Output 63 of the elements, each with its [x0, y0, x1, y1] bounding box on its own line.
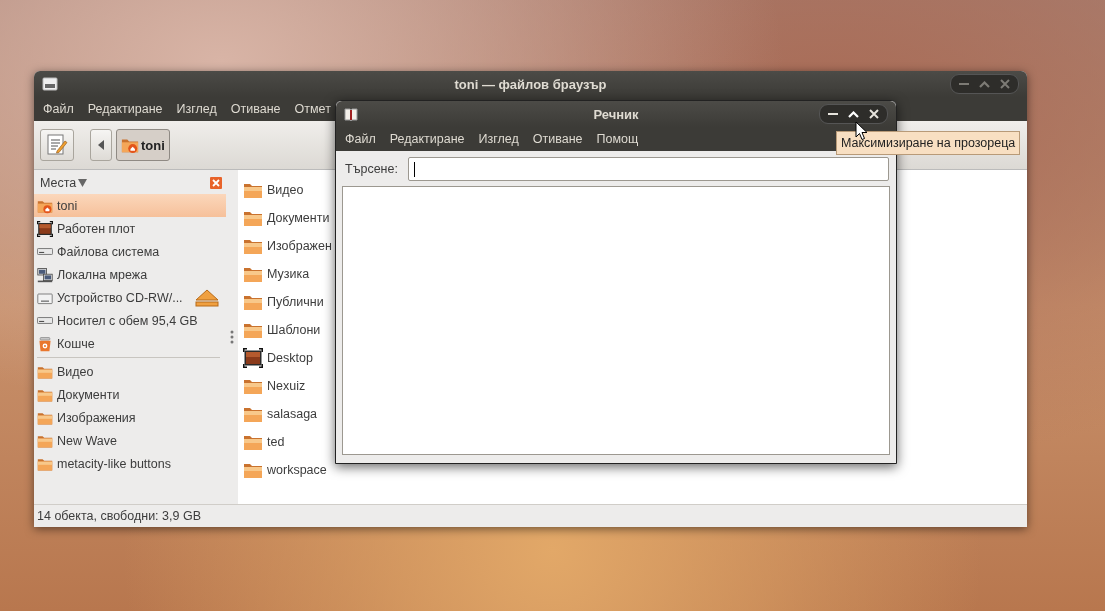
close-icon — [1000, 79, 1010, 89]
file-name[interactable]: Видео — [267, 183, 304, 197]
file-name[interactable]: ted — [267, 435, 285, 449]
sidebar-item[interactable]: Носител с обем 95,4 GB — [34, 309, 226, 332]
menu-item[interactable]: Отиване — [223, 102, 288, 116]
file-name[interactable]: Шаблони — [267, 323, 321, 337]
file-name[interactable]: Desktop — [267, 351, 313, 365]
file-name[interactable]: Изображен — [267, 239, 332, 253]
pane-handle-icon — [230, 330, 234, 344]
file-name[interactable]: Nexuiz — [267, 379, 306, 393]
back-button[interactable] — [90, 129, 112, 161]
eject-icon — [195, 288, 219, 307]
sidebar-title[interactable]: Места — [40, 176, 77, 190]
left-arrow-icon — [97, 140, 105, 150]
sidebar-item[interactable]: Работен плот — [34, 217, 226, 240]
desktop-icon — [243, 348, 263, 368]
desktop-icon — [37, 220, 53, 237]
file-cabinet-icon — [42, 77, 58, 91]
status-text: 14 обекта, свободни: 3,9 GB — [37, 509, 201, 523]
sidebar-item[interactable]: metacity-like buttons — [34, 452, 226, 475]
edit-location-button[interactable] — [40, 129, 74, 161]
window-title: toni — файлов браузър — [454, 76, 607, 92]
maximize-icon — [848, 110, 859, 118]
sidebar-item[interactable]: Устройство CD-RW/... — [34, 286, 226, 309]
close-icon — [869, 109, 879, 119]
menu-item[interactable]: Файл — [36, 102, 81, 116]
menu-item[interactable]: Файл — [338, 132, 383, 146]
sidebar-item[interactable]: Файлова система — [34, 240, 226, 263]
sidebar-item[interactable]: Локална мрежа — [34, 263, 226, 286]
sidebar-item[interactable]: toni — [34, 194, 226, 217]
minimize-icon — [959, 83, 969, 85]
window-title: Речник — [593, 106, 639, 122]
network-computers-icon — [37, 266, 53, 283]
sidebar-item[interactable]: Документи — [34, 383, 226, 406]
drive-icon — [37, 317, 53, 324]
search-label: Търсене: — [345, 162, 398, 176]
file-name[interactable]: Музика — [267, 267, 310, 281]
sidebar-item[interactable]: New Wave — [34, 429, 226, 452]
menu-item[interactable]: Редактиране — [382, 132, 472, 146]
menu-item[interactable]: Отиване — [525, 132, 590, 146]
file-name[interactable]: Документи — [267, 211, 330, 225]
file-name[interactable]: Публични — [267, 295, 324, 309]
trash-icon — [37, 335, 53, 352]
file-name[interactable]: salasaga — [267, 407, 318, 421]
sidebar-item[interactable]: Кошче — [34, 332, 226, 355]
menu-item[interactable]: Изглед — [471, 132, 526, 146]
search-field[interactable] — [407, 157, 889, 181]
file-name[interactable]: workspace — [267, 463, 327, 477]
dropdown-triangle-icon — [78, 179, 88, 187]
menu-item[interactable]: Отмет — [287, 102, 338, 116]
path-button[interactable]: toni — [116, 129, 170, 161]
sidebar-item[interactable]: Видео — [34, 360, 226, 383]
close-icon — [210, 177, 222, 189]
maximize-icon — [979, 80, 990, 88]
tooltip: Максимизиране на прозореца — [836, 131, 1021, 155]
sidebar-item[interactable]: Изображения — [34, 406, 226, 429]
menu-item[interactable]: Изглед — [169, 102, 224, 116]
minimize-icon — [828, 113, 838, 115]
menu-item[interactable]: Редактиране — [80, 102, 170, 116]
notepad-pencil-icon — [45, 133, 69, 157]
drive-icon — [37, 248, 53, 255]
menu-item[interactable]: Помощ — [589, 132, 646, 146]
book-icon — [344, 107, 358, 121]
